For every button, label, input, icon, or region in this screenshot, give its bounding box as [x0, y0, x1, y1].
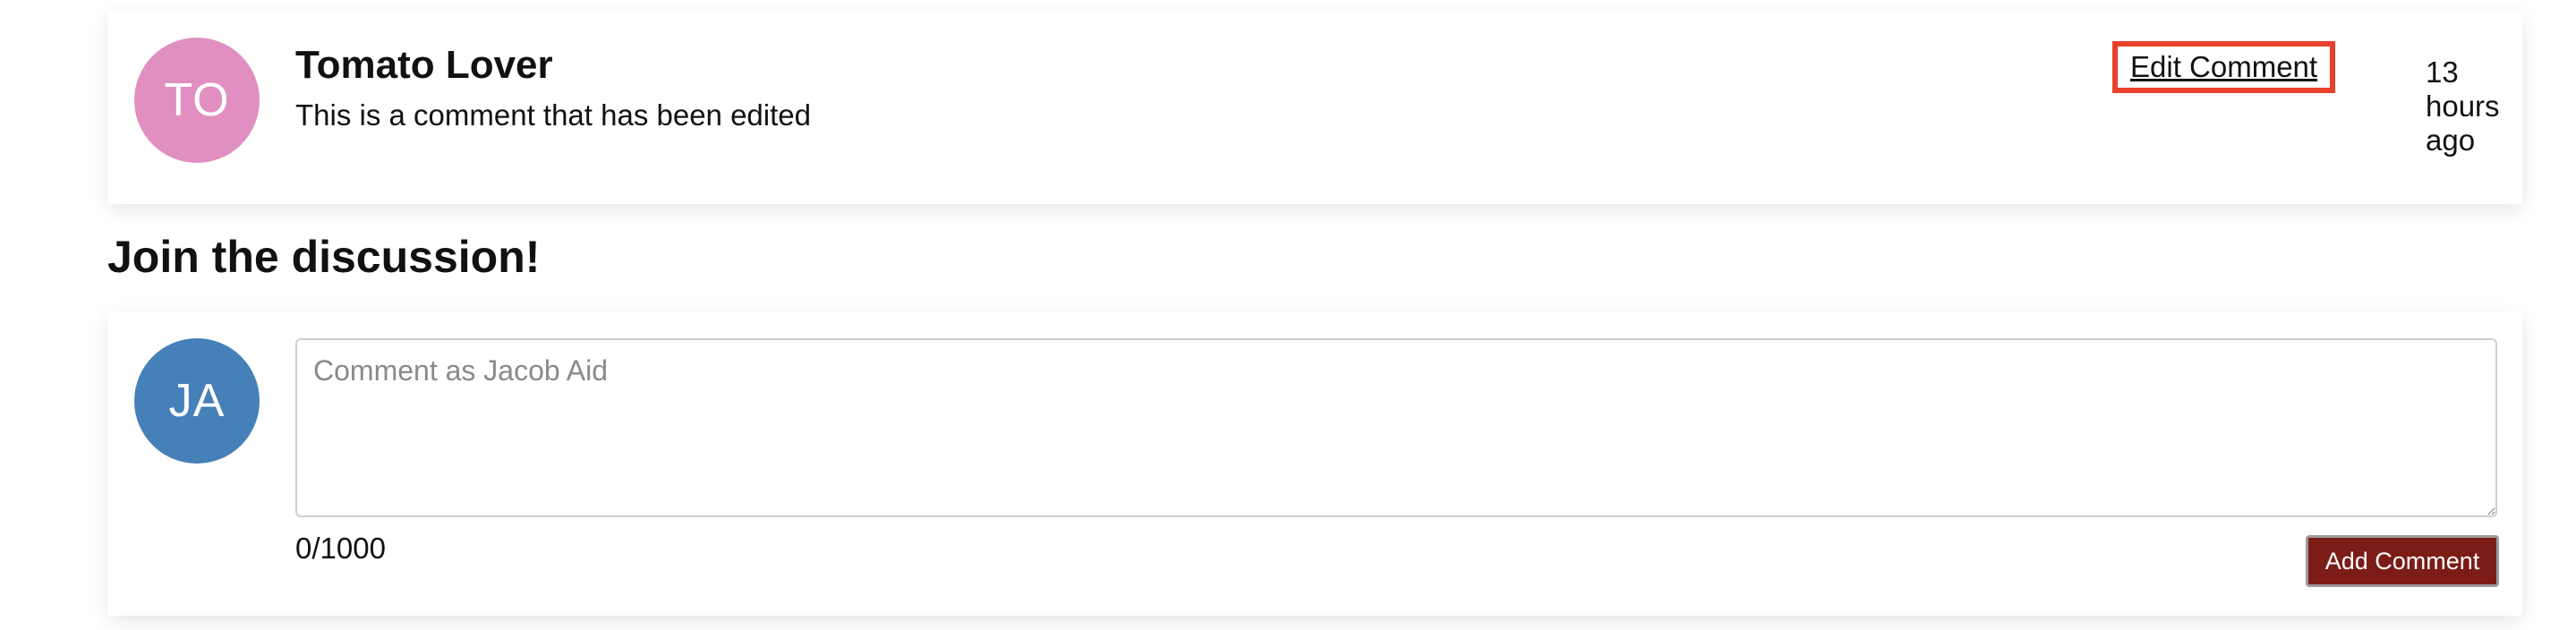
compose-card: JA 0/1000 Add Comment	[107, 311, 2522, 616]
comment-author: Tomato Lover	[295, 43, 553, 87]
comment-text: This is a comment that has been edited	[295, 98, 811, 132]
comment-timestamp: 13 hours ago	[2426, 55, 2500, 157]
char-counter: 0/1000	[295, 532, 386, 565]
avatar: JA	[134, 338, 260, 464]
comment-input[interactable]	[295, 338, 2497, 517]
comment-card: TO Tomato Lover This is a comment that h…	[107, 11, 2522, 204]
join-discussion-heading: Join the discussion!	[107, 232, 541, 282]
avatar: TO	[134, 38, 260, 163]
comments-section: TO Tomato Lover This is a comment that h…	[0, 0, 2576, 630]
edit-comment-link[interactable]: Edit Comment	[2112, 41, 2336, 93]
add-comment-button[interactable]: Add Comment	[2306, 535, 2499, 587]
